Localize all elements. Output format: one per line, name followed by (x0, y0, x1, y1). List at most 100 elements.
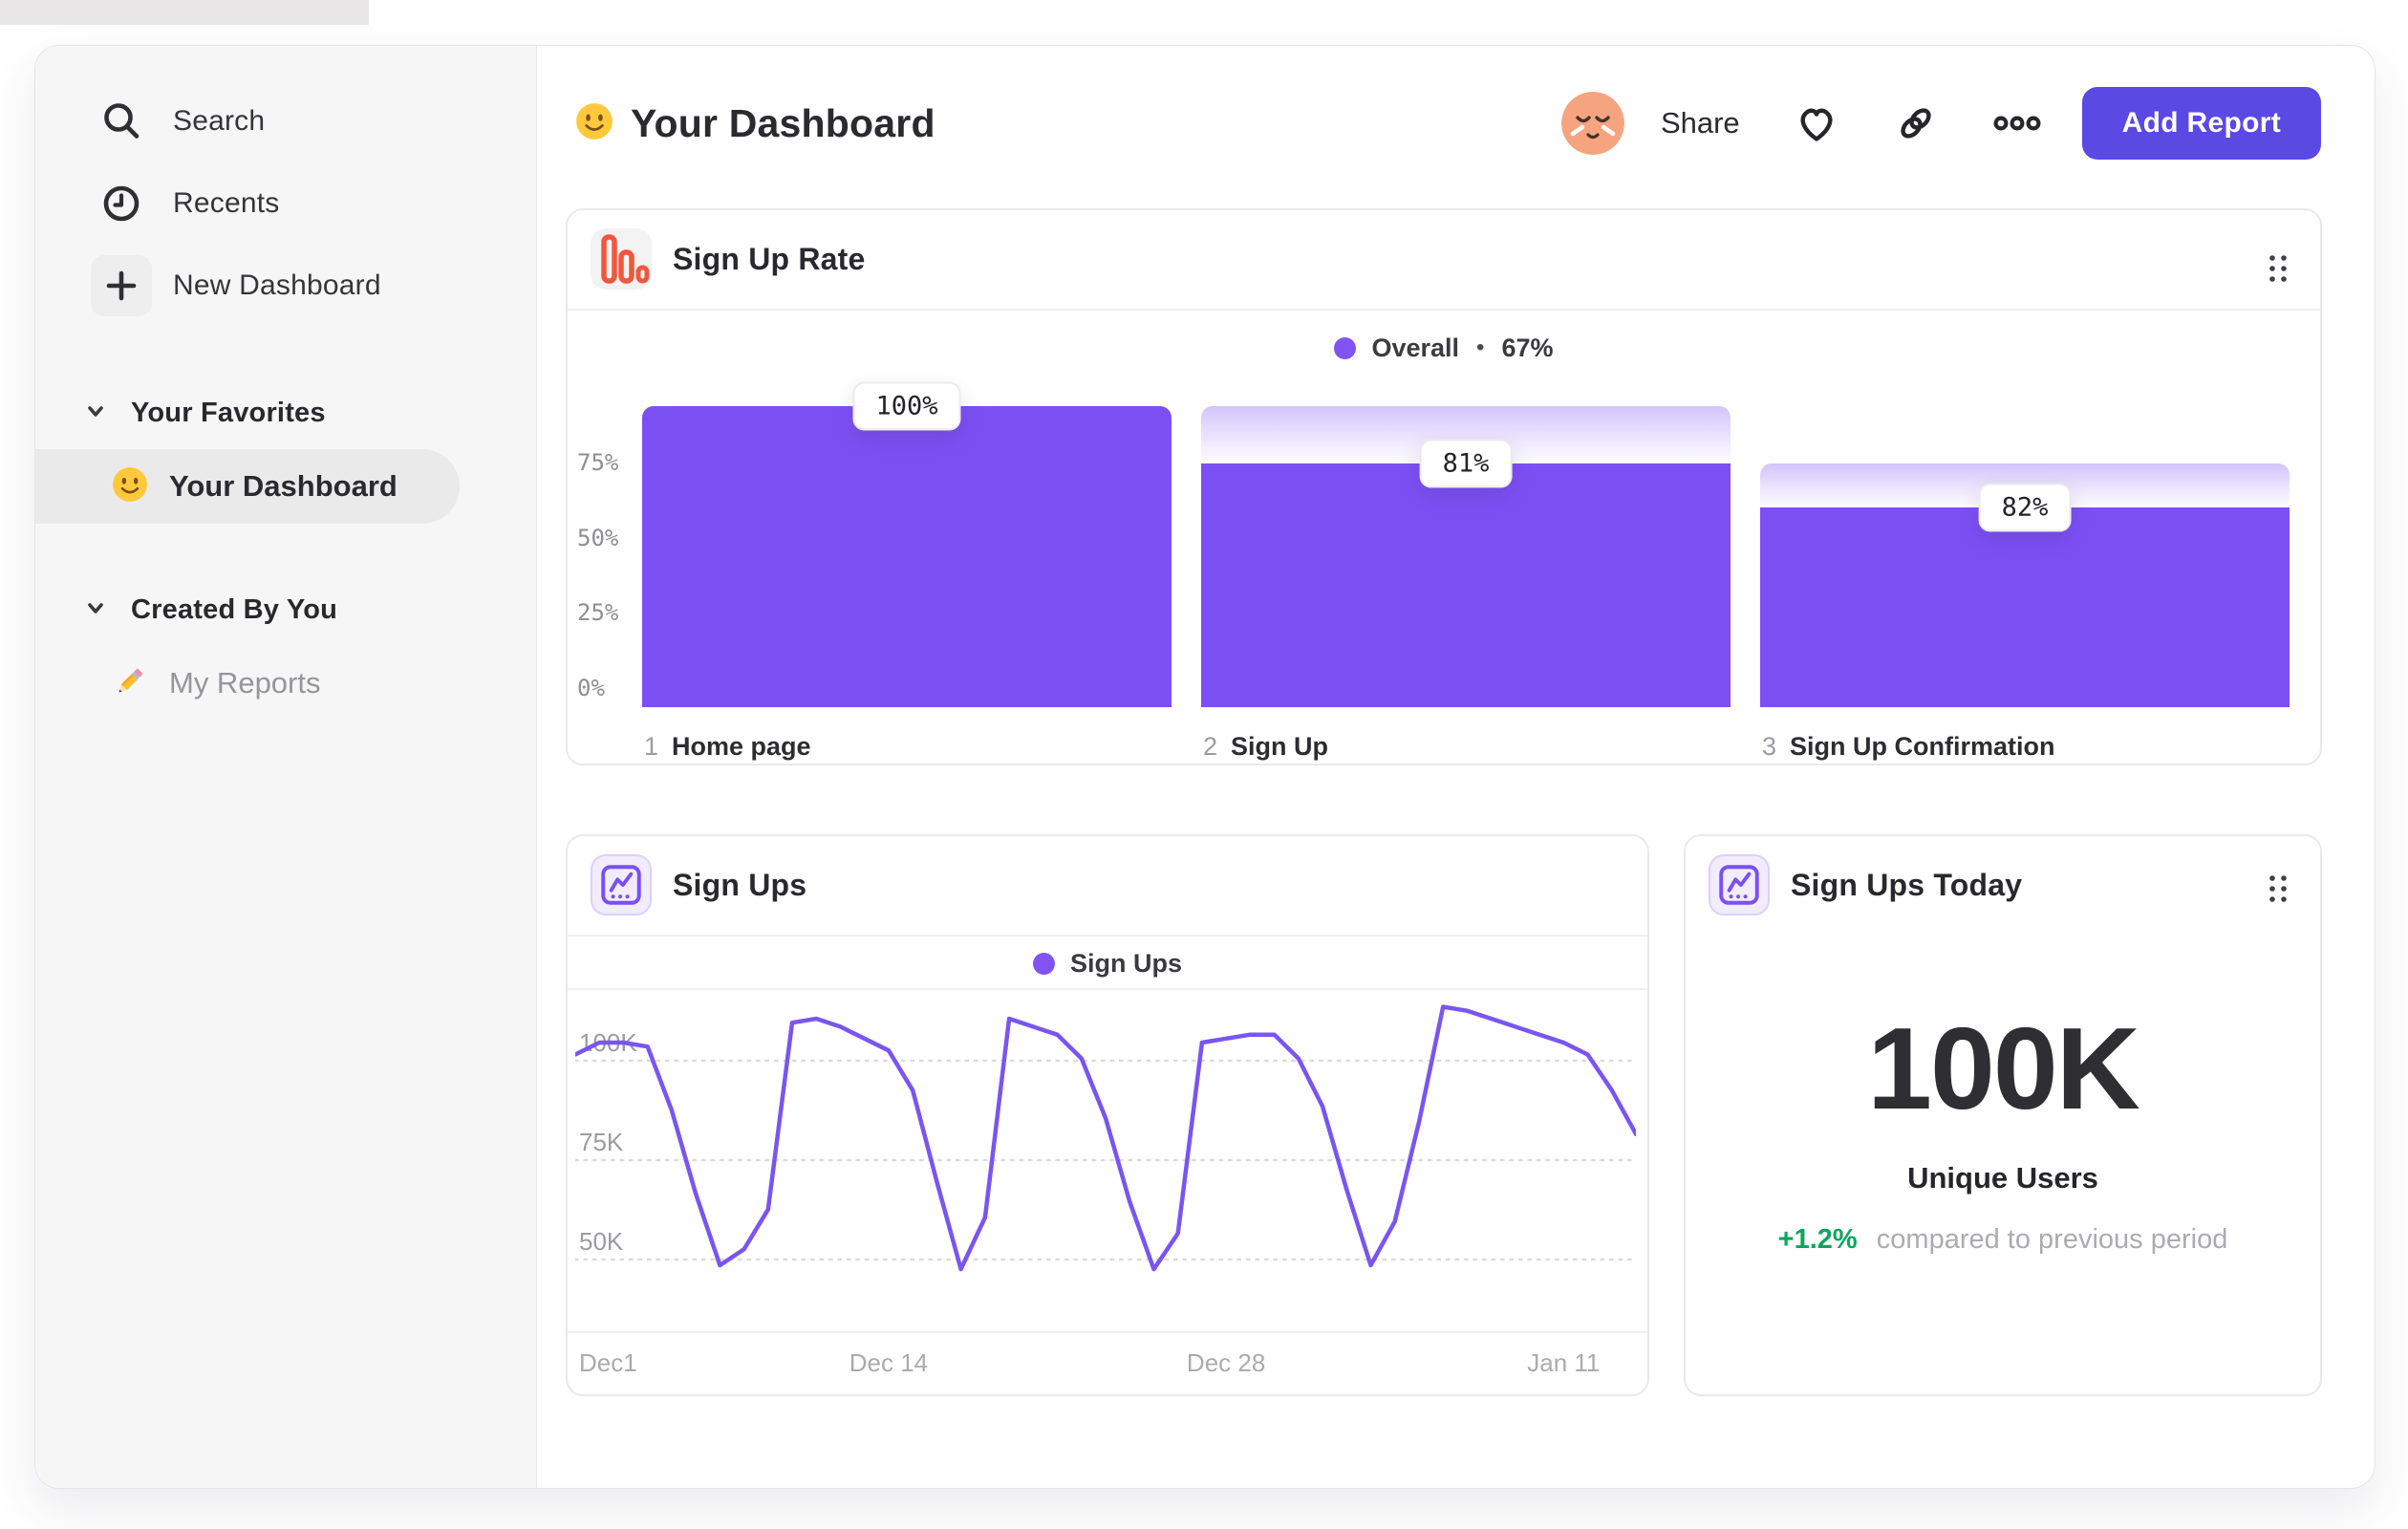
sidebar-item-label: Your Dashboard (169, 469, 398, 503)
pencil-emoji-icon (112, 663, 148, 704)
card-title: Sign Up Rate (673, 242, 866, 276)
funnel-bar (1760, 506, 2290, 707)
clock-icon (91, 173, 152, 234)
funnel-step-label: 3 Sign Up Confirmation (1762, 732, 2055, 762)
card-header: Sign Ups (568, 836, 1647, 935)
chevron-down-icon (83, 595, 108, 625)
smiley-emoji-icon (112, 466, 148, 507)
sidebar-item-label: Search (173, 105, 266, 137)
step-number: 1 (644, 732, 659, 761)
delta-row: +1.2% compared to previous period (1686, 1224, 2320, 1256)
app-window: Search Recents New Dashboard Your Favorite… (34, 45, 2376, 1489)
plus-icon (91, 255, 152, 316)
funnel-step-3: 82% 3 Sign Up Confirmation (1760, 406, 2290, 761)
x-tick-label: Jan 11 (1527, 1348, 1601, 1377)
legend-separator: • (1476, 334, 1485, 360)
sidebar-item-label: My Reports (169, 666, 321, 700)
line-series (575, 1004, 1636, 1272)
more-options-icon[interactable] (1992, 100, 2042, 146)
drag-handle-icon[interactable] (2267, 252, 2290, 290)
legend-label: Overall (1371, 333, 1460, 362)
line-chart (575, 1004, 1636, 1272)
divider (568, 309, 2320, 311)
step-name: Home page (672, 732, 811, 761)
line-chart-icon (591, 854, 652, 915)
sidebar-section-header[interactable]: Your Favorites (35, 382, 536, 443)
funnel-tooltip: 82% (1978, 483, 2072, 532)
delta-value: +1.2% (1777, 1224, 1858, 1255)
funnel-tooltip: 81% (1419, 439, 1513, 488)
main-area: Your Dashboard Share Add Report Sign Up … (537, 46, 2375, 1488)
avatar[interactable] (1560, 92, 1624, 155)
line-chart-icon (1709, 854, 1770, 915)
step-number: 3 (1762, 732, 1777, 761)
funnel-bar (1201, 463, 1731, 707)
sidebar-item-recents[interactable]: Recents (35, 162, 536, 245)
search-icon (91, 91, 152, 152)
y-tick-label: 50% (577, 524, 619, 551)
x-tick-label: Dec 14 (849, 1348, 929, 1377)
card-header: Sign Up Rate (568, 210, 2320, 309)
add-report-button[interactable]: Add Report (2081, 87, 2321, 160)
divider (568, 935, 1647, 937)
delta-caption: compared to previous period (1876, 1224, 2228, 1255)
sidebar-item-my-reports[interactable]: My Reports (35, 646, 536, 721)
x-axis-line (568, 1331, 1647, 1333)
legend-label: Sign Ups (1069, 948, 1182, 978)
y-tick-label: 25% (577, 599, 619, 627)
sidebar-item-label: New Dashboard (173, 269, 381, 301)
sidebar-section: Created By You My Reports (35, 579, 536, 721)
copy-link-icon[interactable] (1893, 100, 1939, 146)
sidebar-section-header[interactable]: Created By You (35, 579, 536, 640)
chevron-down-icon (83, 398, 108, 428)
funnel-tooltip: 100% (852, 381, 961, 431)
funnel-chart: 100% 1 Home page 81% 2 Sign Up 82% 3 Sign Up Con… (642, 381, 2290, 761)
line-legend: Sign Ups (568, 938, 1647, 988)
smiley-emoji-icon (575, 102, 613, 145)
favorite-heart-icon[interactable] (1794, 100, 1839, 146)
page: Search Recents New Dashboard Your Favorite… (0, 0, 2408, 1529)
step-name: Sign Up (1231, 732, 1329, 761)
bar-chart-icon (591, 228, 652, 290)
page-title: Your Dashboard (575, 101, 935, 146)
sidebar-section-title: Your Favorites (131, 397, 326, 428)
y-tick-label: 75% (577, 448, 619, 476)
header-actions: Share Add Report (1560, 87, 2321, 160)
sidebar-sections: Your Favorites Your Dashboard Created By Y… (35, 382, 536, 721)
big-value: 100K (1867, 1003, 2140, 1133)
step-number: 2 (1203, 732, 1218, 761)
legend-dot (1334, 336, 1357, 359)
sidebar-section-title: Created By You (131, 593, 338, 625)
x-tick-label: Dec1 (579, 1348, 637, 1377)
sidebar: Search Recents New Dashboard Your Favorite… (35, 46, 537, 1488)
card-header: Sign Ups Today (1686, 836, 2320, 935)
legend-dot (1032, 952, 1055, 975)
funnel-step-2: 81% 2 Sign Up (1201, 406, 1731, 761)
funnel-bar (642, 406, 1172, 707)
divider (568, 988, 1647, 990)
sign-ups-card: Sign Ups Sign Ups 100K 75K 50K Dec1 Dec 14 D… (566, 834, 1649, 1396)
page-header: Your Dashboard Share Add Report (575, 86, 2321, 161)
sidebar-section: Your Favorites Your Dashboard (35, 382, 536, 524)
card-title: Sign Ups (673, 868, 807, 902)
legend-value: 67% (1501, 333, 1554, 362)
funnel-step-label: 1 Home page (644, 732, 811, 762)
sidebar-item-label: Recents (173, 187, 280, 219)
funnel-legend: Overall • 67% (568, 327, 2320, 369)
y-tick-label: 0% (577, 675, 605, 701)
page-title-text: Your Dashboard (631, 100, 935, 145)
step-name: Sign Up Confirmation (1790, 732, 2055, 761)
share-button[interactable]: Share (1661, 106, 1740, 140)
sidebar-item-search[interactable]: Search (35, 80, 536, 162)
metric-label: Unique Users (1907, 1161, 2098, 1195)
sidebar-item-new-dashboard[interactable]: New Dashboard (35, 245, 536, 327)
x-tick-label: Dec 28 (1186, 1348, 1266, 1377)
sign-ups-today-card: Sign Ups Today 100K Unique Users +1.2% c… (1684, 834, 2322, 1396)
sidebar-nav: Search Recents New Dashboard (35, 46, 536, 327)
drag-handle-icon[interactable] (2267, 872, 2290, 910)
sidebar-item-your-dashboard[interactable]: Your Dashboard (35, 449, 460, 524)
funnel-step-1: 100% 1 Home page (642, 381, 1172, 761)
top-strip (0, 0, 369, 25)
funnel-step-label: 2 Sign Up (1203, 732, 1328, 762)
sign-up-rate-card: Sign Up Rate Overall • 67% 75% 50% 25% 0… (566, 208, 2322, 765)
